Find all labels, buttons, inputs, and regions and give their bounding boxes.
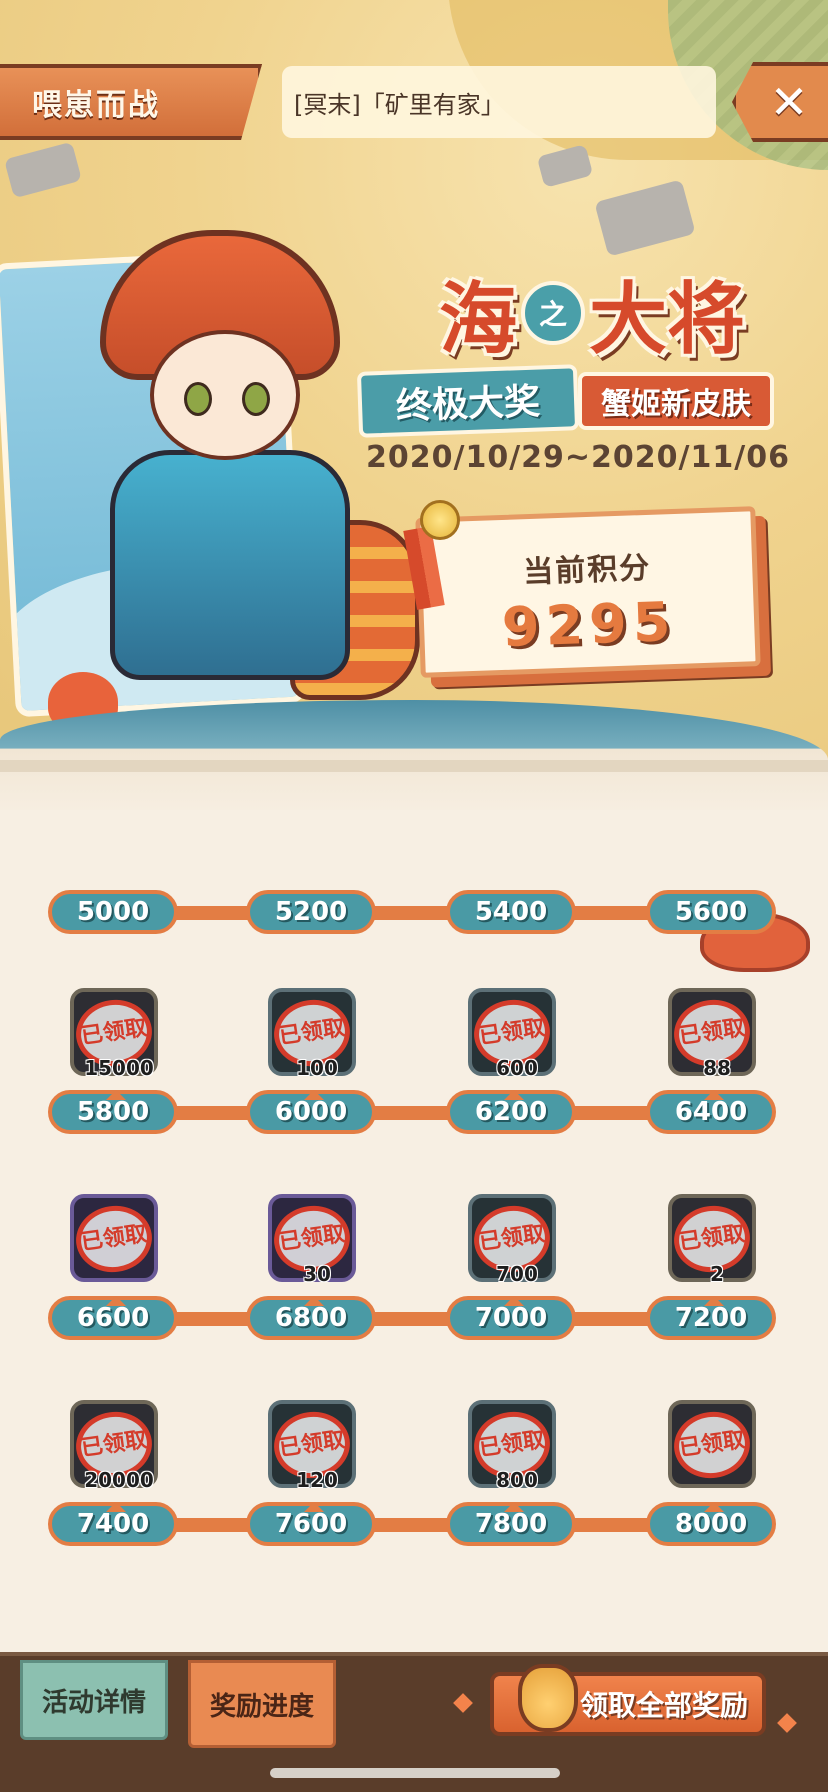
- threshold-pill: 6600: [48, 1296, 178, 1340]
- reward-bag-icon: [518, 1664, 578, 1732]
- current-score-value: 9295: [500, 589, 678, 660]
- reward-quantity: 15000: [84, 1056, 154, 1080]
- stone-decoration: [536, 144, 594, 188]
- reward-item[interactable]: 已领取 700: [468, 1194, 556, 1286]
- reward-item[interactable]: 已领取 88: [668, 988, 756, 1080]
- progress-line: [110, 1312, 720, 1326]
- event-date-range: 2020/10/29~2020/11/06: [366, 440, 790, 475]
- reward-item[interactable]: 已领取 2: [668, 1194, 756, 1286]
- reward-quantity: 30: [303, 1262, 331, 1286]
- event-title: 海 之 大将: [392, 258, 792, 368]
- reward-item[interactable]: 已领取 30: [268, 1194, 356, 1286]
- progress-line: [110, 1106, 720, 1120]
- reward-item[interactable]: 已领取: [70, 1194, 158, 1282]
- reward-item[interactable]: 已领取 20000: [70, 1400, 158, 1492]
- sparkle-decoration: [777, 1713, 797, 1733]
- threshold-pill: 7600: [246, 1502, 376, 1546]
- progress-line: [110, 1518, 720, 1532]
- sparkle-decoration: [453, 1693, 473, 1713]
- reward-item[interactable]: 已领取: [668, 1400, 756, 1488]
- reward-quantity: 100: [296, 1056, 338, 1080]
- event-title-part2: 大将: [589, 275, 746, 365]
- current-score-label: 当前积分: [522, 550, 652, 591]
- reward-quantity: 88: [703, 1056, 731, 1080]
- reward-item[interactable]: 已领取 100: [268, 988, 356, 1080]
- stone-decoration: [4, 141, 82, 199]
- threshold-pill: 6200: [446, 1090, 576, 1134]
- wave-divider: [0, 760, 828, 772]
- reward-quantity: 600: [496, 1056, 538, 1080]
- threshold-pill: 8000: [646, 1502, 776, 1546]
- threshold-pill: 7000: [446, 1296, 576, 1340]
- threshold-pill: 5200: [246, 890, 376, 934]
- reward-quantity: 2: [710, 1262, 724, 1286]
- medal-icon: [420, 500, 460, 540]
- reward-progress-grid: 5000 5200 5400 5600 已领取 15000 已领取 100 已领…: [0, 870, 828, 1650]
- claim-all-label: 领取全部奖励: [580, 1689, 749, 1722]
- threshold-pill: 7200: [646, 1296, 776, 1340]
- reward-item[interactable]: 已领取 15000: [70, 988, 158, 1080]
- reward-item[interactable]: 已领取 120: [268, 1400, 356, 1492]
- grand-prize-item: 蟹姬新皮肤: [578, 372, 774, 430]
- activity-title: 喂崽而战: [32, 88, 160, 123]
- activity-title-tab[interactable]: 喂崽而战: [0, 64, 262, 140]
- threshold-pill: 5400: [446, 890, 576, 934]
- threshold-pill: 5000: [48, 890, 178, 934]
- reward-item[interactable]: 已领取 800: [468, 1400, 556, 1492]
- threshold-pill: 5600: [646, 890, 776, 934]
- notice-bar: [冥末]「矿里有家」: [282, 66, 716, 138]
- threshold-pill: 7400: [48, 1502, 178, 1546]
- reward-quantity: 800: [496, 1468, 538, 1492]
- grand-prize-label: 终极大奖: [356, 364, 580, 438]
- threshold-pill: 6400: [646, 1090, 776, 1134]
- threshold-pill: 6800: [246, 1296, 376, 1340]
- home-indicator: [270, 1768, 560, 1778]
- reward-quantity: 120: [296, 1468, 338, 1492]
- reward-quantity: 700: [496, 1262, 538, 1286]
- threshold-pill: 6000: [246, 1090, 376, 1134]
- reward-item[interactable]: 已领取 600: [468, 988, 556, 1080]
- notice-text: [冥末]「矿里有家」: [294, 90, 505, 119]
- tab-reward-progress[interactable]: 奖励进度: [188, 1660, 336, 1748]
- current-score-card: 当前积分 9295: [415, 506, 761, 678]
- progress-line: [110, 906, 720, 920]
- claimed-stamp: 已领取: [669, 1407, 755, 1483]
- event-title-connector: 之: [521, 281, 585, 345]
- event-title-part1: 海: [438, 275, 517, 365]
- close-icon: ✕: [769, 75, 809, 129]
- threshold-pill: 5800: [48, 1090, 178, 1134]
- character-illustration: [40, 220, 420, 740]
- reward-quantity: 20000: [84, 1468, 154, 1492]
- tab-activity-details[interactable]: 活动详情: [20, 1660, 168, 1740]
- claimed-stamp: 已领取: [71, 1201, 157, 1277]
- threshold-pill: 7800: [446, 1502, 576, 1546]
- stone-decoration: [594, 179, 696, 257]
- sea-wave-decoration: [0, 700, 828, 810]
